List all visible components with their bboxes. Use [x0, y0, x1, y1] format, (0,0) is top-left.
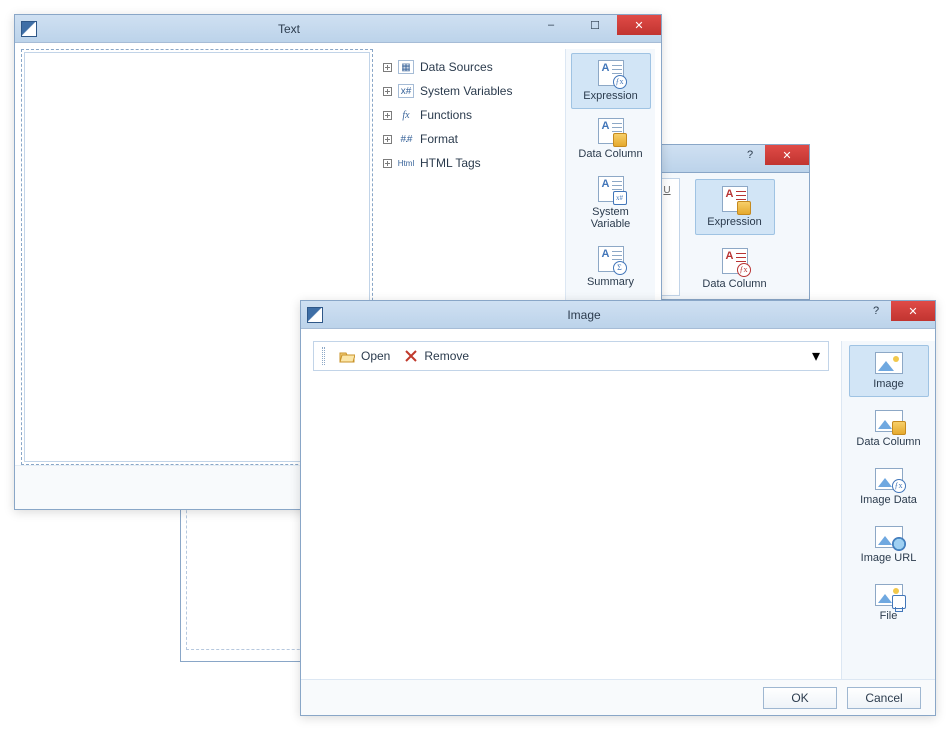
sidebar-label: Image Data — [860, 494, 917, 506]
tree-label: Functions — [420, 108, 472, 122]
folder-open-icon — [339, 349, 355, 363]
sidebar-item-image-url[interactable]: Image URL — [849, 519, 929, 571]
expand-icon[interactable] — [383, 111, 392, 120]
sidebar-label: Expression — [583, 90, 637, 102]
expand-icon[interactable] — [383, 135, 392, 144]
tree-label: HTML Tags — [420, 156, 481, 170]
sidebar-item-data-column[interactable]: A Data Column — [571, 111, 651, 167]
sidebar-label: Image URL — [861, 552, 917, 564]
image-window-buttonbar: OK Cancel — [301, 679, 935, 715]
sidebar-item-file[interactable]: File — [849, 577, 929, 629]
toolbar-grip — [322, 347, 325, 365]
tree-item-html-tags[interactable]: Html HTML Tags — [379, 151, 559, 175]
cancel-button[interactable]: Cancel — [847, 687, 921, 709]
toolbar-overflow-icon[interactable]: ▾ — [812, 346, 820, 366]
tree-label: Format — [420, 132, 458, 146]
open-label: Open — [361, 349, 390, 363]
expand-icon[interactable] — [383, 87, 392, 96]
help-button[interactable]: ? — [861, 301, 891, 321]
data-sources-icon: ▦ — [398, 60, 414, 74]
tree-label: Data Sources — [420, 60, 493, 74]
text-window-titlebar[interactable]: Text – ☐ ✕ — [15, 15, 661, 43]
sidebar-label: Data Column — [578, 148, 642, 160]
background-sidebar-data-column[interactable]: Aƒx Data Column — [695, 241, 775, 297]
background-sidebar-expression[interactable]: A Expression — [695, 179, 775, 235]
sidebar-item-summary[interactable]: AΣ Summary — [571, 239, 651, 295]
remove-button[interactable]: Remove — [404, 349, 469, 363]
background-window-titlebar: ? ✕ — [660, 144, 810, 172]
image-window-titlebar[interactable]: Image ? ✕ — [301, 301, 935, 329]
html-icon: Html — [398, 156, 414, 170]
expand-icon[interactable] — [383, 63, 392, 72]
sidebar-label: Image — [873, 378, 904, 390]
image-window-main: Open Remove ▾ — [313, 341, 829, 679]
remove-label: Remove — [424, 349, 469, 363]
tree-item-data-sources[interactable]: ▦ Data Sources — [379, 55, 559, 79]
image-window-sidebar: Image Data Column ƒx Image Data Image UR… — [841, 341, 935, 679]
tree-label: System Variables — [420, 84, 512, 98]
expand-icon[interactable] — [383, 159, 392, 168]
open-button[interactable]: Open — [339, 349, 390, 363]
image-toolbar: Open Remove ▾ — [313, 341, 829, 371]
image-window-title: Image — [323, 308, 935, 322]
background-window-sidebar: A Expression Aƒx Data Column — [660, 172, 810, 300]
fx-icon: fx — [398, 108, 414, 122]
app-icon — [21, 21, 37, 37]
help-button[interactable]: ? — [735, 145, 765, 165]
app-icon — [307, 307, 323, 323]
image-preview-area — [313, 371, 829, 679]
sidebar-item-system-variable[interactable]: Ax# System Variable — [571, 169, 651, 237]
image-window: Image ? ✕ Open Remov — [300, 300, 936, 716]
close-button[interactable]: ✕ — [891, 301, 935, 321]
sidebar-label: Data Column — [856, 436, 920, 448]
tree-item-format[interactable]: #.# Format — [379, 127, 559, 151]
minimize-button[interactable]: – — [529, 15, 573, 35]
sidebar-label: Summary — [587, 276, 634, 288]
system-vars-icon: x# — [398, 84, 414, 98]
sidebar-item-image[interactable]: Image — [849, 345, 929, 397]
ok-button[interactable]: OK — [763, 687, 837, 709]
sidebar-item-expression[interactable]: Aƒx Expression — [571, 53, 651, 109]
sidebar-label: System Variable — [591, 206, 631, 230]
sidebar-label: Data Column — [702, 278, 766, 290]
remove-icon — [404, 349, 418, 363]
close-button[interactable]: ✕ — [617, 15, 661, 35]
format-icon: #.# — [398, 132, 414, 146]
close-button[interactable]: ✕ — [765, 145, 809, 165]
sidebar-item-data-column[interactable]: Data Column — [849, 403, 929, 455]
maximize-button[interactable]: ☐ — [573, 15, 617, 35]
tree-item-system-variables[interactable]: x# System Variables — [379, 79, 559, 103]
tree-item-functions[interactable]: fx Functions — [379, 103, 559, 127]
sidebar-item-image-data[interactable]: ƒx Image Data — [849, 461, 929, 513]
sidebar-label: Expression — [707, 216, 761, 228]
